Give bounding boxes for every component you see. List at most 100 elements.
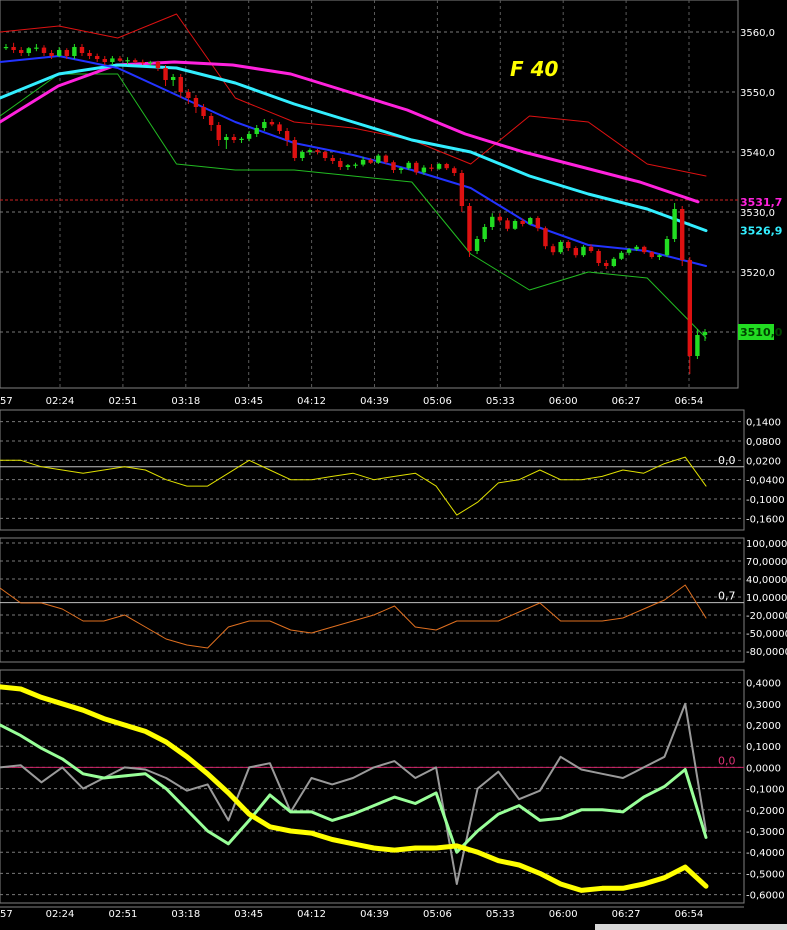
candle-body	[140, 62, 145, 64]
osc1-y-tick-label: -0,1600	[746, 514, 785, 525]
price-y-tick-label: 3520,0	[740, 268, 775, 279]
candle-body	[604, 263, 609, 266]
candle-body	[490, 216, 495, 227]
osc2-y-tick-label: 100,0000	[746, 539, 787, 550]
candle-body	[11, 47, 16, 50]
candle-body	[330, 158, 335, 161]
candle-body	[353, 164, 358, 166]
candle-body	[467, 206, 472, 251]
time-axis-label-bottom: 06:54	[675, 909, 704, 920]
time-axis-label-top: 05:33	[486, 396, 515, 407]
time-axis-label-top: 03:45	[234, 396, 263, 407]
osc3-y-tick-label: -0,6000	[746, 891, 785, 902]
osc3-y-tick-label: -0,1000	[746, 785, 785, 796]
osc2-y-tick-label: -80,0000	[746, 647, 787, 658]
time-axis-label-top: 06:00	[549, 396, 578, 407]
candle-body	[87, 53, 92, 56]
price-y-tick-label: 3540,0	[740, 148, 775, 159]
candle-body	[376, 155, 381, 163]
time-axis-label-top: 05:06	[423, 396, 452, 407]
candle-body	[383, 155, 389, 163]
chart-background	[0, 0, 787, 930]
candle-body	[360, 159, 366, 165]
candle-body	[117, 58, 123, 61]
osc3-y-tick-label: 0,1000	[746, 742, 781, 753]
osc1-y-tick-label: -0,0400	[746, 476, 785, 487]
candle-body	[262, 122, 267, 128]
candle-body	[680, 209, 685, 260]
osc2-y-tick-label: 40,0000	[746, 575, 787, 586]
candle-body	[672, 209, 677, 239]
osc3-y-tick-label: -0,5000	[746, 869, 785, 880]
candle-body	[634, 246, 639, 250]
candle-body	[72, 47, 77, 56]
candle-body	[132, 60, 138, 62]
candle-body	[588, 246, 594, 251]
candle-body	[269, 122, 275, 125]
candle-body	[216, 125, 221, 140]
candle-body	[573, 248, 579, 256]
ma-magenta-value-label: 3531,7	[740, 196, 782, 209]
chart-title: F 40	[510, 57, 559, 81]
candle-body	[110, 58, 115, 62]
osc1-y-tick-label: 0,0200	[746, 456, 781, 467]
time-axis-label-bottom: 04:39	[360, 909, 389, 920]
candle-body	[414, 162, 419, 173]
osc1-y-tick-label: 0,0800	[746, 437, 781, 448]
candle-body	[322, 152, 328, 158]
last-price-value-label: 3510,0	[740, 326, 783, 339]
candle-body	[474, 239, 480, 251]
candle-body	[315, 150, 320, 152]
time-axis-label-top: 06:27	[612, 396, 641, 407]
candle-body	[231, 137, 237, 140]
candle-body	[246, 134, 252, 139]
candle-body	[277, 124, 282, 131]
time-axis-label-bottom: 04:12	[297, 909, 326, 920]
time-axis-label-top: 03:18	[171, 396, 200, 407]
candle-body	[695, 335, 700, 356]
candle-body	[345, 165, 351, 167]
time-axis-label-top: 04:39	[360, 396, 389, 407]
candle-body	[649, 252, 655, 257]
time-axis-label-bottom: 06:27	[612, 909, 641, 920]
candle-body	[300, 152, 305, 158]
time-axis-label-bottom: 05:33	[486, 909, 515, 920]
candle-body	[41, 47, 47, 53]
osc3-y-tick-label: -0,3000	[746, 827, 785, 838]
bottom-scrollbar[interactable]	[595, 924, 787, 930]
candle-body	[459, 173, 465, 206]
osc2-zero-label: 0,7	[718, 590, 736, 603]
osc1-y-tick-label: 0,1400	[746, 418, 781, 429]
candle-body	[201, 107, 206, 116]
time-axis-label-bottom: 02:24	[46, 909, 75, 920]
candle-body	[208, 116, 214, 125]
candle-body	[543, 228, 548, 247]
candle-body	[178, 77, 183, 92]
price-y-tick-label: 3530,0	[740, 208, 775, 219]
osc2-y-tick-label: 70,0000	[746, 557, 787, 568]
osc3-y-tick-label: 0,2000	[746, 721, 781, 732]
osc2-y-tick-label: -20,0000	[746, 611, 787, 622]
time-axis-label-bottom: 03:45	[234, 909, 263, 920]
time-axis-label-bottom: 03:18	[171, 909, 200, 920]
candle-body	[482, 227, 487, 239]
candle-body	[368, 159, 373, 163]
price-y-tick-label: 3560,0	[740, 28, 775, 39]
osc3-zero-label: 0,0	[718, 754, 736, 767]
time-axis-label-top: 04:12	[297, 396, 326, 407]
ma-cyan-value-label: 3526,9	[740, 225, 782, 238]
osc2-y-tick-label: -50,0000	[746, 629, 787, 640]
candle-body	[550, 246, 556, 253]
candle-body	[535, 218, 541, 229]
osc3-y-tick-label: 0,4000	[746, 679, 781, 690]
candle-body	[94, 56, 100, 59]
time-axis-label-bottom: 06:00	[549, 909, 578, 920]
time-axis-label-top: 06:54	[675, 396, 704, 407]
osc3-y-tick-label: -0,2000	[746, 806, 785, 817]
candle-body	[596, 251, 601, 263]
candle-body	[56, 50, 62, 56]
candle-body	[148, 62, 153, 64]
candle-body	[421, 167, 427, 173]
osc1-y-tick-label: -0,1000	[746, 495, 785, 506]
candle-body	[687, 260, 693, 356]
